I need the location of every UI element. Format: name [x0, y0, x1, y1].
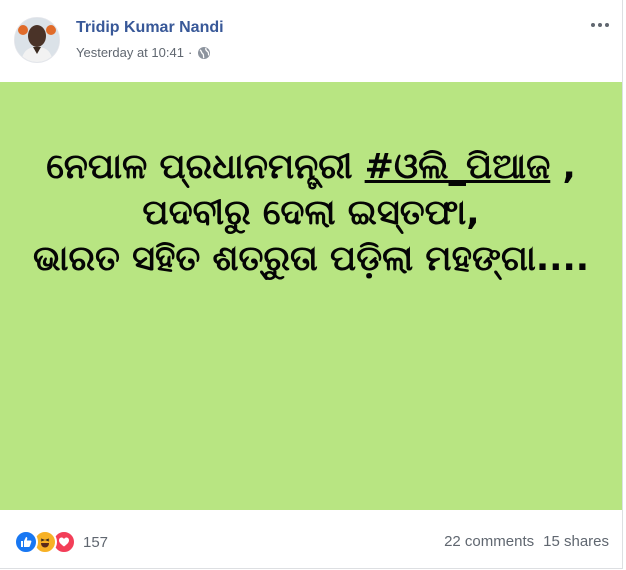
post-meta: Yesterday at 10:41 · [76, 45, 211, 60]
avatar[interactable] [14, 17, 60, 63]
post-text: ନେପାଳ ପ୍ରଧାନମନ୍ତ୍ରୀ #ଓଲି_ପିଆଜ , ପଦବୀରୁ ଦ… [0, 144, 622, 282]
post-text-line-3: ଭାରତ ସହିତ ଶତ୍ରୁତା ପଡ଼ିଲା ମହଙ୍ଗା.... [32, 239, 590, 279]
hashtag-link[interactable]: #ଓଲି_ପିଆଜ [365, 147, 551, 187]
post-card: Tridip Kumar Nandi Yesterday at 10:41 · … [0, 0, 623, 569]
avatar-image [15, 18, 59, 62]
reaction-count[interactable]: 157 [83, 534, 108, 551]
comments-count[interactable]: 22 comments [444, 533, 534, 550]
post-author-name[interactable]: Tridip Kumar Nandi [76, 19, 224, 37]
globe-icon[interactable] [197, 46, 211, 60]
reactions-summary[interactable]: 157 [14, 530, 108, 554]
post-text-line-1-suffix: , [550, 147, 576, 187]
post-text-line-2: ପଦବୀରୁ ଦେଲା ଇସ୍ତଫା, [142, 193, 480, 233]
shares-count[interactable]: 15 shares [543, 533, 609, 550]
like-icon [14, 530, 38, 554]
engagement-stats: 22 comments 15 shares [444, 533, 609, 550]
post-text-line-1-prefix: ନେପାଳ ପ୍ରଧାନମନ୍ତ୍ରୀ [46, 147, 365, 187]
post-footer: 157 22 comments 15 shares [0, 510, 622, 568]
more-options-icon[interactable] [586, 13, 614, 37]
post-header: Tridip Kumar Nandi Yesterday at 10:41 · [0, 0, 622, 82]
post-timestamp[interactable]: Yesterday at 10:41 [76, 45, 184, 60]
meta-separator: · [187, 45, 193, 60]
post-text-line-1: ନେପାଳ ପ୍ରଧାନମନ୍ତ୍ରୀ #ଓଲି_ପିଆଜ , [0, 144, 622, 190]
